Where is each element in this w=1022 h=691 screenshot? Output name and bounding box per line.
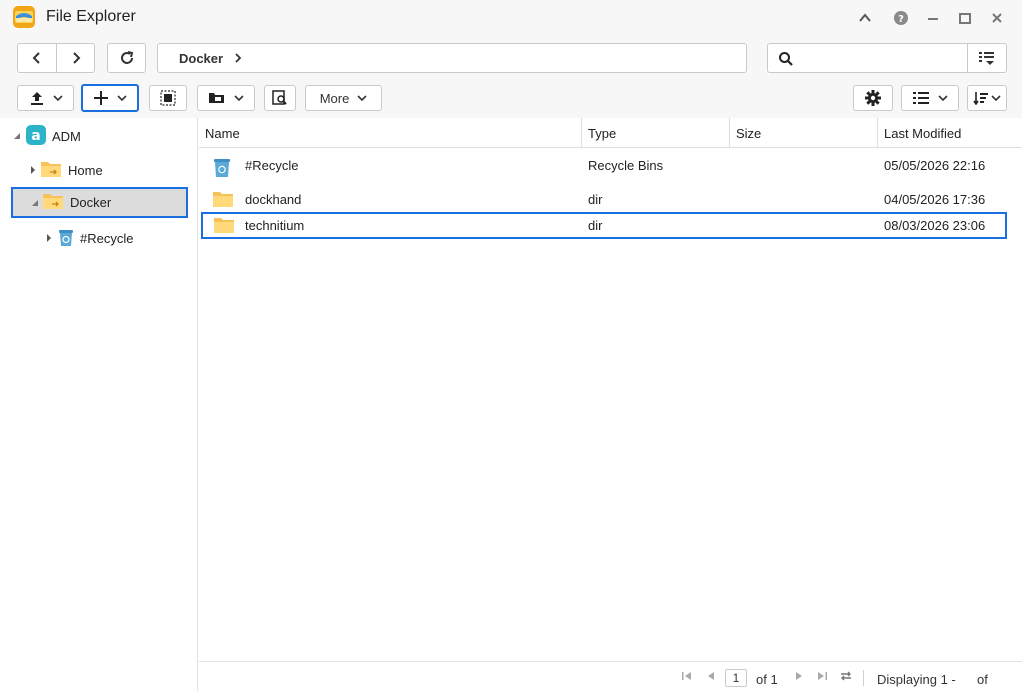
tree-collapsed-arrow-icon[interactable] (28, 165, 38, 175)
breadcrumb-docker[interactable]: Docker (179, 51, 223, 66)
row-type: dir (588, 192, 603, 207)
select-all-button[interactable] (149, 85, 187, 111)
tree-item-adm[interactable]: a ADM (12, 121, 192, 151)
page-of-label: of 1 (756, 672, 778, 687)
maximize-icon[interactable] (956, 9, 974, 27)
filter-list-icon (979, 52, 994, 65)
column-header-type[interactable]: Type (582, 118, 730, 148)
refresh-pager-icon[interactable] (839, 670, 853, 685)
tree-item-home[interactable]: Home (28, 155, 188, 185)
row-type: dir (588, 218, 603, 233)
file-list: Name Type Size Last Modified #Recycle Re… (199, 118, 1022, 661)
create-button[interactable] (81, 84, 139, 112)
tree-label-adm: ADM (52, 128, 81, 144)
remote-folder-button[interactable] (197, 85, 255, 111)
file-explorer-logo-icon (12, 5, 36, 29)
sort-button[interactable] (967, 85, 1007, 111)
help-icon[interactable]: ? (892, 9, 910, 27)
first-page-icon[interactable] (681, 670, 693, 685)
gear-icon (865, 90, 881, 106)
chevron-down-icon (234, 95, 244, 102)
tree-expanded-arrow-icon[interactable] (12, 131, 22, 141)
pager: 1 of 1 Displaying 1 - of (199, 661, 1022, 691)
more-button[interactable]: More (305, 85, 382, 111)
tree-label-recycle: #Recycle (80, 230, 134, 246)
tree-expanded-arrow-icon[interactable] (30, 198, 40, 208)
next-page-icon[interactable] (793, 670, 805, 685)
table-row[interactable]: dockhand dir 04/05/2026 17:36 (199, 186, 1022, 214)
folder-search-icon (272, 90, 287, 105)
plus-icon (94, 91, 108, 105)
row-name: #Recycle (245, 158, 299, 173)
chevron-right-icon (72, 52, 80, 64)
chevron-down-icon (938, 95, 948, 102)
search-options-button[interactable] (967, 43, 1007, 73)
window-title: File Explorer (46, 8, 136, 25)
row-modified: 08/03/2026 23:06 (884, 218, 986, 233)
refresh-icon (120, 51, 133, 64)
chevron-down-icon (991, 95, 1001, 102)
chevron-down-icon (52, 95, 63, 102)
row-type: Recycle Bins (588, 158, 664, 173)
tree-item-docker[interactable]: Docker (11, 187, 188, 218)
breadcrumb-chevron-icon (232, 52, 244, 67)
list-view-icon (913, 92, 929, 104)
tree-label-home: Home (68, 162, 103, 178)
minimize-icon[interactable] (924, 9, 942, 27)
sort-icon (973, 92, 988, 105)
previous-page-icon[interactable] (705, 670, 717, 685)
remote-folder-icon (209, 93, 224, 103)
row-modified: 05/05/2026 22:16 (884, 158, 986, 173)
column-header-size[interactable]: Size (730, 118, 878, 148)
tree-collapsed-arrow-icon[interactable] (44, 233, 54, 243)
column-header-last-modified[interactable]: Last Modified (878, 118, 1022, 148)
chevron-down-icon (117, 95, 127, 102)
forward-button[interactable] (56, 43, 95, 73)
displaying-of-label: of (977, 672, 988, 687)
search-in-folder-button[interactable] (264, 85, 296, 111)
pager-divider (863, 670, 864, 686)
back-button[interactable] (17, 43, 57, 73)
view-mode-button[interactable] (901, 85, 959, 111)
refresh-button[interactable] (107, 43, 146, 73)
toolbar: Docker More (0, 36, 1022, 118)
folder-tree: a ADM Home Docker #Recycle (0, 118, 198, 691)
more-label: More (319, 90, 350, 106)
last-page-icon[interactable] (816, 670, 828, 685)
chevron-down-icon (357, 95, 367, 102)
tree-item-recycle[interactable]: #Recycle (44, 223, 189, 253)
shared-folder-icon (40, 160, 62, 181)
adm-logo-icon: a (26, 124, 46, 148)
row-name: technitium (245, 218, 305, 233)
row-name: dockhand (245, 192, 302, 207)
page-number-input[interactable]: 1 (725, 669, 747, 687)
search-input[interactable] (800, 48, 960, 68)
folder-icon (213, 216, 235, 237)
chevron-left-icon (32, 52, 40, 64)
row-modified: 04/05/2026 17:36 (884, 192, 986, 207)
displaying-label: Displaying 1 - (877, 672, 956, 687)
svg-text:?: ? (898, 14, 904, 25)
tree-label-docker: Docker (70, 195, 112, 210)
settings-button[interactable] (853, 85, 893, 111)
column-header-name[interactable]: Name (199, 118, 582, 148)
upload-icon (30, 92, 43, 105)
search-box (767, 43, 968, 73)
folder-icon (212, 190, 234, 211)
table-row[interactable]: #Recycle Recycle Bins 05/05/2026 22:16 (199, 152, 1022, 180)
collapse-chevron-up-icon[interactable] (856, 9, 874, 27)
search-icon (778, 51, 794, 70)
recycle-bin-icon (213, 156, 231, 181)
address-bar[interactable]: Docker (157, 43, 747, 73)
recycle-bin-icon (58, 227, 74, 250)
table-row[interactable]: technitium dir 08/03/2026 23:06 (201, 212, 1007, 239)
select-all-icon (160, 90, 176, 106)
title-bar: File Explorer ? (0, 0, 1022, 36)
svg-text:a: a (31, 128, 40, 144)
upload-button[interactable] (17, 85, 74, 111)
close-icon[interactable] (988, 9, 1006, 27)
shared-folder-icon (42, 192, 64, 213)
